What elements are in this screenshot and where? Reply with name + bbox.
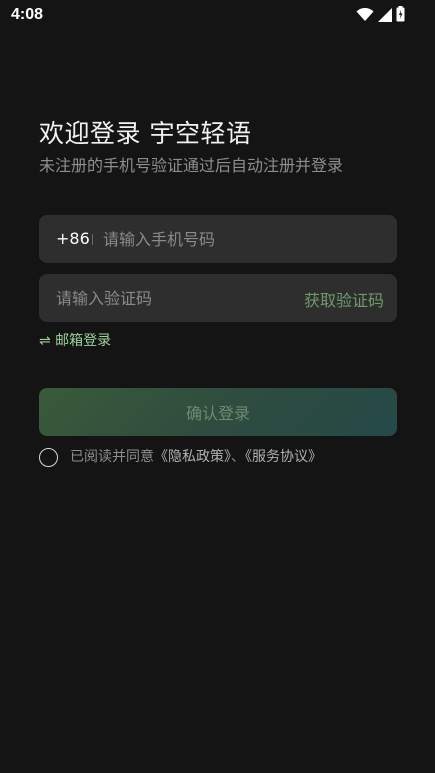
code-field: 获取验证码 <box>39 274 397 322</box>
agreement-prefix: 已阅读并同意 <box>70 449 154 465</box>
agreement-separator: 、 <box>231 449 245 465</box>
battery-icon <box>396 6 405 26</box>
phone-input[interactable] <box>103 215 383 263</box>
agreement-text: 已阅读并同意《隐私政策》、《服务协议》 <box>70 446 322 466</box>
email-login-link[interactable]: ⇌ 邮箱登录 <box>39 330 111 350</box>
page-subtitle: 未注册的手机号验证通过后自动注册并登录 <box>39 156 344 175</box>
privacy-policy-link[interactable]: 《隐私政策》 <box>154 449 231 465</box>
agreement-radio[interactable] <box>39 448 58 467</box>
signal-icon <box>378 7 392 26</box>
confirm-login-button[interactable]: 确认登录 <box>39 388 397 436</box>
get-code-button[interactable]: 获取验证码 <box>304 287 384 311</box>
status-bar: 4:08 <box>0 0 435 30</box>
wifi-icon <box>356 7 374 26</box>
service-agreement-link[interactable]: 《服务协议》 <box>245 449 322 465</box>
phone-field: +86 <box>39 215 397 263</box>
status-icons <box>356 6 405 26</box>
country-code[interactable]: +86 <box>56 229 90 248</box>
divider <box>92 234 93 245</box>
page-title: 欢迎登录 宇空轻语 <box>39 119 252 148</box>
status-time: 4:08 <box>11 6 44 23</box>
code-input[interactable] <box>56 274 276 322</box>
